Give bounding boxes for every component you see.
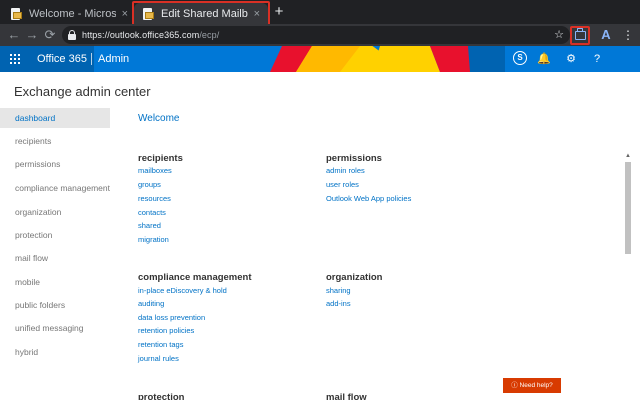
exchange-favicon-icon — [142, 7, 154, 20]
back-arrow-icon[interactable]: ← — [6, 26, 22, 44]
browser-toolbar: ← → ⟳ https://outlook.office365.com/ecp/… — [0, 24, 640, 46]
section-protection-cutoff: protection — [138, 393, 185, 400]
page-title: Exchange admin center — [14, 84, 151, 99]
nav-protection[interactable]: protection — [0, 225, 110, 245]
new-tab-button[interactable]: + — [272, 4, 286, 20]
address-bar[interactable]: https://outlook.office365.com/ecp/ ☆ — [62, 26, 570, 44]
tab-title: Welcome - Microsoft Exch — [29, 7, 116, 20]
gear-icon[interactable]: ⚙ — [561, 50, 581, 68]
link-groups[interactable]: groups — [138, 180, 161, 189]
skype-icon[interactable]: S — [513, 51, 527, 65]
nav-organization[interactable]: organization — [0, 202, 110, 222]
link-migration[interactable]: migration — [138, 235, 169, 244]
bookmark-star-icon[interactable]: ☆ — [554, 27, 564, 43]
link-owa-policies[interactable]: Outlook Web App policies — [326, 194, 411, 203]
nav-mobile[interactable]: mobile — [0, 272, 110, 292]
section-permissions: permissions — [326, 153, 382, 164]
close-tab-icon[interactable]: × — [254, 8, 260, 20]
link-auditing[interactable]: auditing — [138, 299, 164, 308]
tab-welcome[interactable]: Welcome - Microsoft Exch × — [2, 3, 136, 24]
lock-icon — [68, 30, 76, 40]
folder-extension-icon[interactable] — [575, 28, 586, 40]
nav-unified-messaging[interactable]: unified messaging — [0, 318, 110, 338]
link-retention-tags[interactable]: retention tags — [138, 340, 183, 349]
nav-dashboard[interactable]: dashboard — [0, 108, 110, 128]
nav-compliance-management[interactable]: compliance management — [0, 178, 110, 198]
profile-icon[interactable]: A — [599, 26, 613, 44]
section-mail-flow-cutoff: mail flow — [326, 393, 367, 400]
header-divider — [91, 53, 92, 65]
office365-brand[interactable]: Office 365 — [30, 46, 94, 72]
link-journal-rules[interactable]: journal rules — [138, 354, 179, 363]
exchange-favicon-icon — [10, 7, 22, 20]
welcome-link[interactable]: Welcome — [138, 113, 180, 124]
nav-recipients[interactable]: recipients — [0, 131, 110, 151]
link-sharing[interactable]: sharing — [326, 286, 351, 295]
link-admin-roles[interactable]: admin roles — [326, 166, 365, 175]
tab-title: Edit Shared Mailbox — [161, 7, 248, 20]
help-icon[interactable]: ? — [587, 50, 607, 68]
bell-icon[interactable]: 🔔 — [534, 50, 554, 68]
link-resources[interactable]: resources — [138, 194, 171, 203]
link-retention-policies[interactable]: retention policies — [138, 326, 194, 335]
browser-menu-icon[interactable]: ⋮ — [622, 26, 634, 44]
forward-arrow-icon[interactable]: → — [24, 26, 40, 44]
link-data-loss-prevention[interactable]: data loss prevention — [138, 313, 205, 322]
scrollbar-thumb[interactable] — [625, 162, 631, 254]
link-contacts[interactable]: contacts — [138, 208, 166, 217]
nav-public-folders[interactable]: public folders — [0, 295, 110, 315]
close-tab-icon[interactable]: × — [122, 8, 128, 20]
section-recipients: recipients — [138, 153, 183, 164]
app-launcher-icon[interactable] — [0, 46, 30, 72]
section-compliance-management: compliance management — [138, 272, 252, 283]
link-mailboxes[interactable]: mailboxes — [138, 166, 172, 175]
tab-strip: Welcome - Microsoft Exch × Edit Shared M… — [0, 0, 640, 26]
scroll-up-arrow-icon[interactable]: ▲ — [624, 152, 632, 160]
link-ediscovery-hold[interactable]: in-place eDiscovery & hold — [138, 286, 227, 295]
need-help-button[interactable]: ⓘ Need help? — [503, 378, 561, 393]
o365-header: Office 365 Admin 🔔 ⚙ ? — [0, 46, 640, 72]
section-organization: organization — [326, 272, 383, 283]
tab-edit-shared-mailbox[interactable]: Edit Shared Mailbox × — [134, 3, 268, 24]
url-text: https://outlook.office365.com/ecp/ — [82, 30, 220, 40]
browser-window: Welcome - Microsoft Exch × Edit Shared M… — [0, 0, 640, 400]
app-title: Admin — [98, 53, 130, 65]
reload-icon[interactable]: ⟳ — [42, 26, 58, 44]
nav-permissions[interactable]: permissions — [0, 154, 110, 174]
link-shared[interactable]: shared — [138, 221, 161, 230]
nav-mail-flow[interactable]: mail flow — [0, 248, 110, 268]
nav-hybrid[interactable]: hybrid — [0, 342, 110, 362]
link-user-roles[interactable]: user roles — [326, 180, 359, 189]
link-add-ins[interactable]: add-ins — [326, 299, 351, 308]
